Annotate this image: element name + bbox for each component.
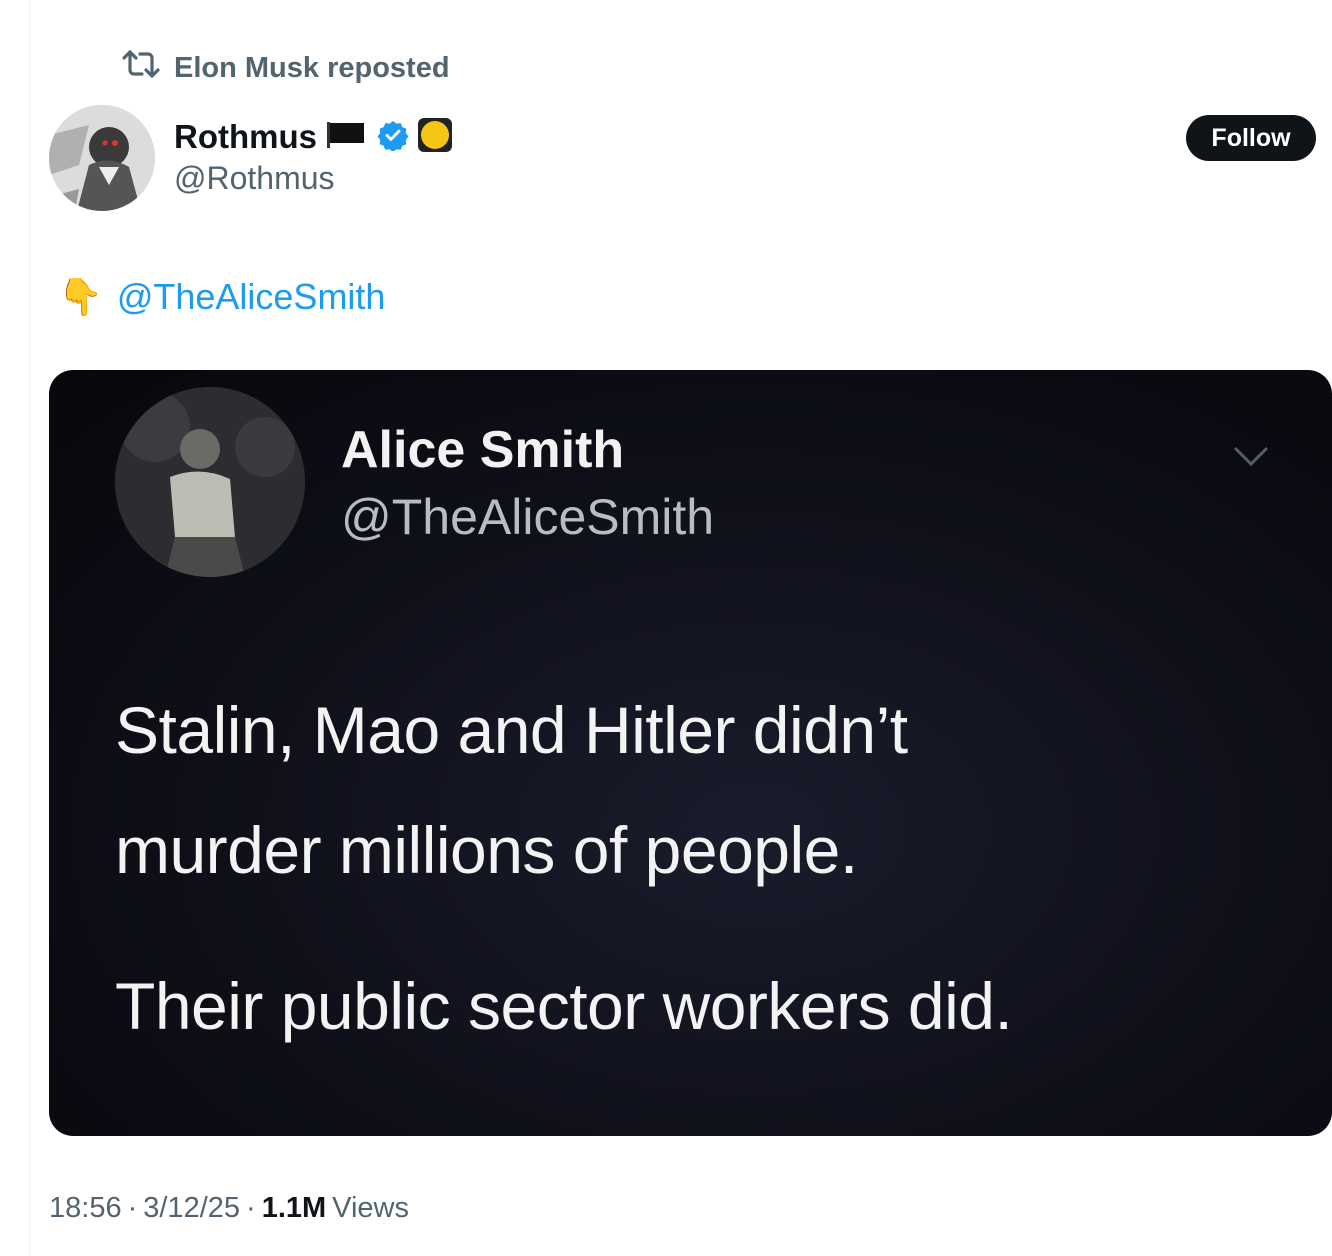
views-label: Views xyxy=(332,1191,410,1224)
tweet-time[interactable]: 18:56 xyxy=(49,1192,122,1225)
tweet-media-image[interactable]: Alice Smith @TheAliceSmith Stalin, Mao a… xyxy=(49,370,1332,1136)
embedded-text-line-3: Their public sector workers did. xyxy=(115,969,1013,1043)
repost-header[interactable]: Elon Musk reposted xyxy=(120,48,450,88)
embedded-text-line-2: murder millions of people. xyxy=(115,813,858,887)
author-name-row[interactable]: Rothmus xyxy=(174,114,453,160)
author-display-name[interactable]: Rothmus xyxy=(174,118,317,156)
pointing-down-emoji: 👇 xyxy=(58,276,103,317)
meta-separator: · xyxy=(246,1191,256,1224)
chevron-down-icon xyxy=(1233,446,1269,467)
views-count: 1.1M xyxy=(261,1191,327,1224)
embedded-display-name: Alice Smith xyxy=(341,421,625,479)
yellow-circle-icon xyxy=(417,117,453,158)
embedded-handle: @TheAliceSmith xyxy=(341,489,715,545)
author-avatar[interactable] xyxy=(49,105,155,211)
repost-label: Elon Musk reposted xyxy=(174,51,450,84)
embedded-text-line-1: Stalin, Mao and Hitler didn’t xyxy=(115,693,908,767)
black-flag-icon xyxy=(325,120,369,155)
tweet-meta: 18:56 · 3/12/25 · 1.1M Views xyxy=(49,1188,409,1228)
follow-button[interactable]: Follow xyxy=(1186,115,1316,161)
author-handle[interactable]: @Rothmus xyxy=(174,160,335,197)
repost-icon xyxy=(120,48,162,88)
meta-separator: · xyxy=(127,1191,138,1224)
verified-badge-icon[interactable] xyxy=(377,119,409,156)
tweet-date[interactable]: 3/12/25 xyxy=(143,1192,240,1225)
mention-link[interactable]: @TheAliceSmith xyxy=(117,276,386,318)
tweet-text: 👇 @TheAliceSmith xyxy=(58,272,385,322)
embedded-avatar xyxy=(115,387,305,577)
timeline-divider xyxy=(29,0,30,1256)
